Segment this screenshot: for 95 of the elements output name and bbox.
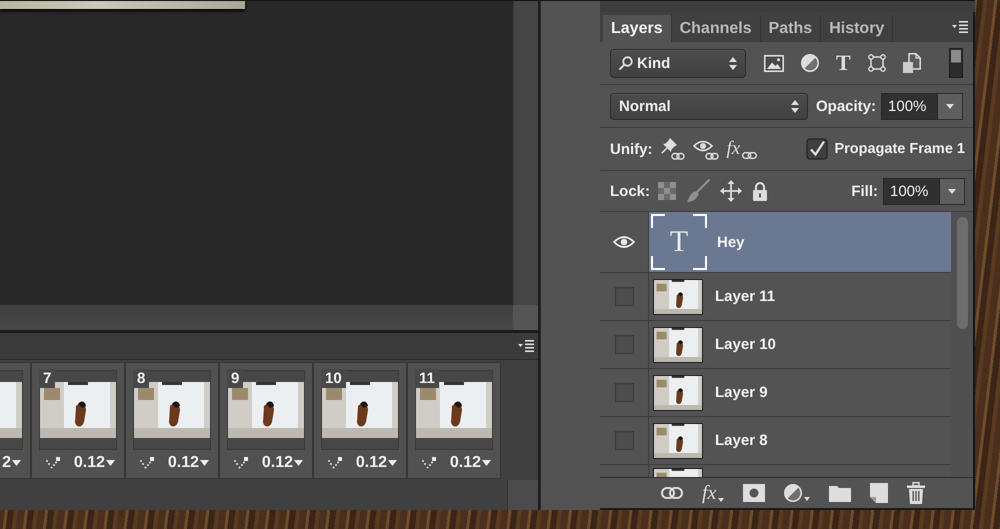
layer-name: Layer 10 [715, 336, 776, 353]
layer-name: Layer 8 [715, 432, 768, 449]
tween-icon[interactable] [140, 457, 154, 469]
up-down-arrows-icon [791, 100, 799, 112]
image-icon[interactable] [764, 54, 784, 72]
caret-icon [294, 460, 303, 466]
frame-delay-dropdown[interactable]: 0.12 [262, 454, 303, 472]
frame-delay-dropdown[interactable]: 0.12 [356, 454, 397, 472]
photo-placeholder [653, 374, 703, 410]
effects-button[interactable]: fx [702, 483, 724, 503]
fill-field[interactable]: 100% [883, 178, 940, 204]
animation-frame[interactable]: 2 [0, 362, 31, 479]
panel-tab[interactable]: Paths [760, 15, 822, 42]
layer-name: Layer 11 [715, 288, 776, 305]
mask-icon[interactable] [743, 484, 766, 502]
pin-link-icon[interactable] [660, 138, 684, 160]
bounding-box-icon[interactable] [868, 54, 886, 72]
layer-item[interactable]: Layer 9 [649, 369, 951, 416]
panel-tab[interactable]: Layers [603, 15, 672, 42]
trash-icon[interactable] [907, 482, 926, 504]
photo-placeholder [653, 278, 703, 314]
folder-icon[interactable] [829, 484, 852, 502]
scrollbar-corner [513, 305, 538, 330]
animation-frame[interactable]: 10 0.12 [313, 362, 407, 479]
lock-label: Lock: [610, 182, 650, 200]
vertical-scrollbar[interactable] [513, 1, 538, 305]
type-filter-button[interactable]: T [836, 52, 851, 74]
animation-frame[interactable]: 11 0.12 [407, 362, 501, 479]
adjustment-button[interactable] [784, 484, 810, 502]
fill-label: Fill: [851, 182, 878, 200]
filter-toggle-switch[interactable] [949, 48, 963, 78]
caret-icon [388, 460, 397, 466]
photo-placeholder [653, 422, 703, 458]
move-arrows-icon[interactable] [720, 180, 742, 202]
fill-dropdown-button[interactable] [940, 178, 965, 204]
unify-effects-button[interactable]: fx [726, 139, 758, 159]
frame-number: 7 [39, 369, 56, 388]
frame-delay-dropdown[interactable]: 0.12 [450, 454, 491, 472]
frame-delay-dropdown[interactable]: 2 [2, 454, 21, 472]
caret-icon [106, 460, 115, 466]
animation-frame[interactable]: 8 0.12 [125, 362, 219, 479]
unify-label: Unify: [610, 140, 652, 158]
half-circle-icon [784, 484, 802, 502]
caret-icon [482, 460, 491, 466]
layer-name: Layer 9 [715, 384, 768, 401]
horizontal-scrollbar[interactable] [0, 305, 513, 330]
search-icon [619, 56, 633, 70]
opacity-dropdown-button[interactable] [938, 92, 964, 120]
up-down-arrows-icon [729, 56, 737, 70]
frame-number: 10 [321, 369, 346, 388]
opacity-field[interactable]: 100% [881, 92, 938, 120]
frame-number: 11 [415, 369, 439, 388]
frame-number: 8 [133, 369, 150, 388]
panel-tab[interactable]: Channels [672, 15, 761, 42]
eye-icon[interactable] [613, 236, 635, 248]
frame-delay-dropdown[interactable]: 0.12 [168, 454, 209, 472]
link-icon [742, 152, 758, 159]
eye-link-icon[interactable] [692, 138, 718, 160]
caret-icon [200, 460, 209, 466]
layer-item[interactable]: Layer 11 [649, 273, 951, 320]
padlock-icon[interactable] [752, 181, 768, 201]
photo-placeholder [0, 382, 22, 438]
opacity-label: Opacity: [816, 98, 876, 114]
frame-delay-dropdown[interactable]: 0.12 [74, 454, 115, 472]
document-icon[interactable] [902, 53, 921, 73]
caret-icon [718, 498, 724, 502]
caret-icon [12, 460, 21, 466]
checkerboard-icon[interactable] [658, 182, 676, 200]
caret-icon [948, 188, 956, 194]
tween-icon[interactable] [422, 457, 436, 469]
layer-item[interactable]: Layer 10 [649, 321, 951, 368]
layer-item[interactable]: Layer 8 [649, 417, 951, 464]
tween-icon[interactable] [328, 457, 342, 469]
scrollbar-thumb[interactable] [956, 217, 968, 329]
layer-name: Hey [717, 234, 745, 250]
filter-kind-dropdown[interactable]: Kind [610, 48, 746, 78]
animation-frame[interactable]: 9 0.12 [219, 362, 313, 479]
blend-mode-dropdown[interactable]: Normal [610, 92, 808, 120]
tween-icon[interactable] [46, 457, 60, 469]
caret-icon [804, 497, 810, 501]
propagate-label[interactable]: Propagate Frame 1 [834, 141, 965, 157]
photo-placeholder [653, 326, 703, 362]
new-page-icon[interactable] [870, 483, 888, 503]
panel-menu-icon[interactable] [952, 21, 968, 33]
animation-frame[interactable]: 7 0.12 [31, 362, 125, 479]
caret-icon [946, 104, 954, 108]
frame-number: 9 [227, 369, 244, 388]
panel-tab[interactable]: History [821, 15, 894, 42]
panel-menu-icon[interactable] [518, 340, 534, 352]
propagate-checkbox[interactable] [806, 138, 828, 160]
half-circle-icon[interactable] [801, 54, 819, 72]
text-layer-thumbnail: T [651, 214, 707, 270]
tween-icon[interactable] [234, 457, 248, 469]
layer-item[interactable]: T Hey [649, 212, 951, 272]
link-icon[interactable] [661, 487, 683, 499]
